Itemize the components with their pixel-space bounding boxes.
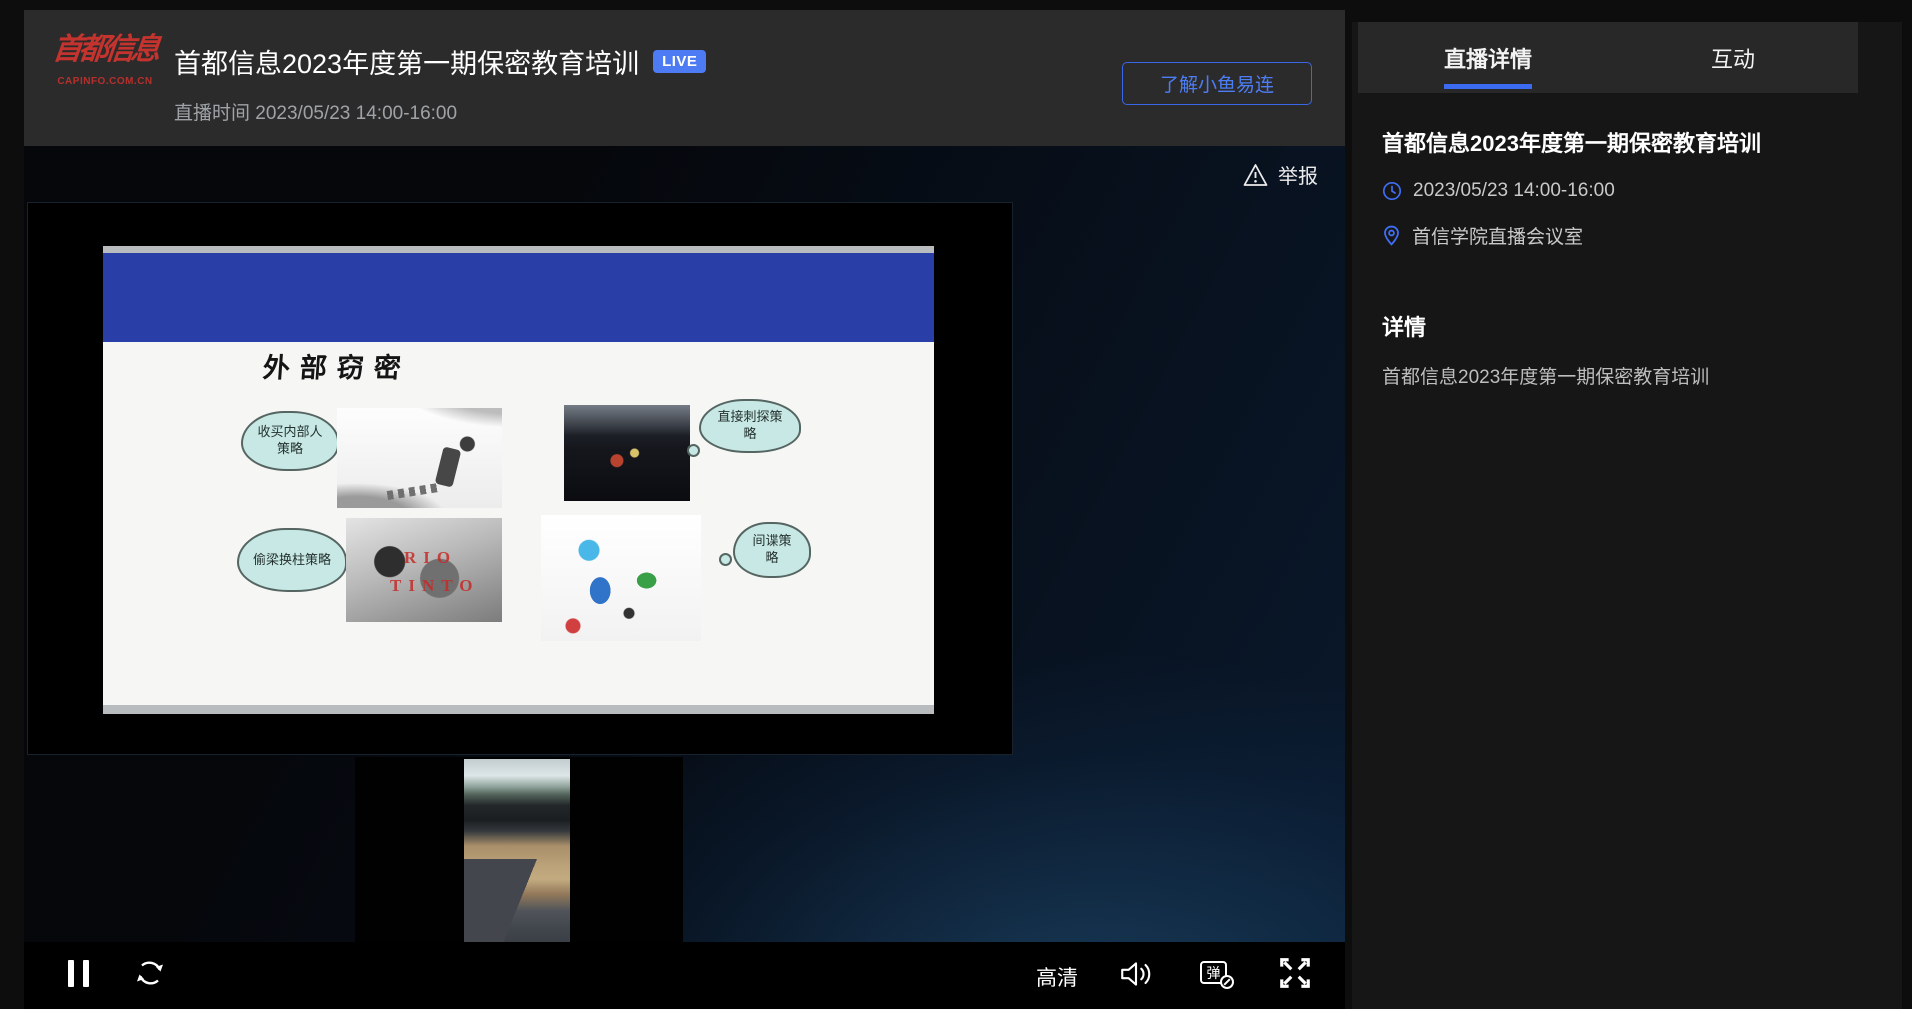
cartoon-insider-image (337, 408, 502, 508)
sidebar-tabbar: 直播详情 互动 (1358, 22, 1858, 93)
report-button[interactable]: 举报 (1242, 160, 1318, 189)
page-title: 首都信息2023年度第一期保密教育培训 (174, 42, 639, 81)
danmaku-off-badge (1220, 975, 1234, 989)
live-badge: LIVE (653, 50, 706, 73)
camera-pip-window (355, 757, 683, 944)
slide-title: 外部窃密 (262, 346, 413, 385)
refresh-icon (134, 957, 166, 989)
broadcast-time: 直播时间 2023/05/23 14:00-16:00 (174, 98, 457, 125)
cartoon-spy-image (541, 515, 701, 641)
slide-bottom-strip (103, 705, 934, 714)
sidebar: 直播详情 互动 首都信息2023年度第一期保密教育培训 2023/05/23 1… (1352, 22, 1902, 1009)
fullscreen-button[interactable] (1276, 955, 1314, 991)
learn-xiaoyu-button[interactable]: 了解小鱼易连 (1122, 62, 1312, 105)
detail-description: 首都信息2023年度第一期保密教育培训 (1382, 362, 1709, 389)
detail-section-title: 详情 (1382, 310, 1426, 342)
header: 首都信息 CAPINFO.COM.CN 首都信息2023年度第一期保密教育培训 … (24, 10, 1345, 146)
slide-top-strip (103, 246, 934, 253)
bubble-spy-strategy: 间谍策略 (733, 522, 811, 578)
tab-label: 直播详情 (1444, 42, 1532, 74)
tab-label: 互动 (1711, 42, 1755, 74)
live-title: 首都信息2023年度第一期保密教育培训 (1382, 126, 1761, 158)
danmaku-toggle[interactable]: 弹 (1200, 961, 1227, 984)
title-row: 首都信息2023年度第一期保密教育培训 LIVE (174, 42, 706, 81)
bubble-swap-strategy: 偷梁换柱策略 (237, 528, 347, 592)
bubble-direct-probe: 直接刺探策略 (699, 399, 801, 453)
live-location-row: 首信学院直播会议室 (1382, 222, 1583, 249)
slide-blue-band (103, 253, 934, 342)
volume-button[interactable] (1118, 958, 1154, 990)
logo-domain-text: CAPINFO.COM.CN (52, 76, 158, 87)
cartoon-desk-scene-image (564, 405, 690, 501)
live-time: 2023/05/23 14:00-16:00 (1413, 180, 1615, 202)
location-pin-icon (1382, 225, 1401, 246)
clock-icon (1382, 181, 1402, 201)
capinfo-logo: 首都信息 CAPINFO.COM.CN (52, 24, 158, 87)
video-player[interactable]: 举报 外部窃密 收买内部人策略 直接刺探策略 偷梁换柱策略 RIO TINTO … (24, 146, 1345, 1009)
logo-calligraphy-text: 首都信息 (50, 24, 161, 68)
player-control-bar: 高清 弹 (24, 942, 1345, 1009)
tab-live-detail[interactable]: 直播详情 (1418, 22, 1558, 93)
warning-icon (1242, 163, 1269, 187)
screen-share-video: 外部窃密 收买内部人策略 直接刺探策略 偷梁换柱策略 RIO TINTO 间谍策… (27, 202, 1013, 755)
photo-overlay-text: TINTO (390, 576, 480, 596)
handcuffs-photo: RIO TINTO (346, 518, 502, 622)
bubble-buy-insider: 收买内部人策略 (241, 411, 339, 471)
speaker-icon (1118, 958, 1154, 990)
report-label: 举报 (1278, 160, 1318, 189)
presentation-slide: 外部窃密 收买内部人策略 直接刺探策略 偷梁换柱策略 RIO TINTO 间谍策… (103, 246, 934, 714)
live-stream-page: 首都信息 CAPINFO.COM.CN 首都信息2023年度第一期保密教育培训 … (0, 0, 1912, 1009)
danmaku-char: 弹 (1207, 963, 1221, 983)
fullscreen-icon (1276, 955, 1314, 991)
tab-interaction[interactable]: 互动 (1663, 22, 1803, 93)
live-time-row: 2023/05/23 14:00-16:00 (1382, 180, 1615, 202)
live-location: 首信学院直播会议室 (1412, 222, 1583, 249)
camera-feed-shadow (464, 859, 570, 944)
pause-button[interactable] (68, 960, 89, 987)
photo-overlay-text: RIO (404, 548, 457, 568)
refresh-button[interactable] (134, 957, 166, 989)
active-tab-underline (1444, 84, 1532, 89)
quality-button[interactable]: 高清 (1036, 962, 1078, 992)
camera-feed-car-interior (464, 759, 570, 944)
